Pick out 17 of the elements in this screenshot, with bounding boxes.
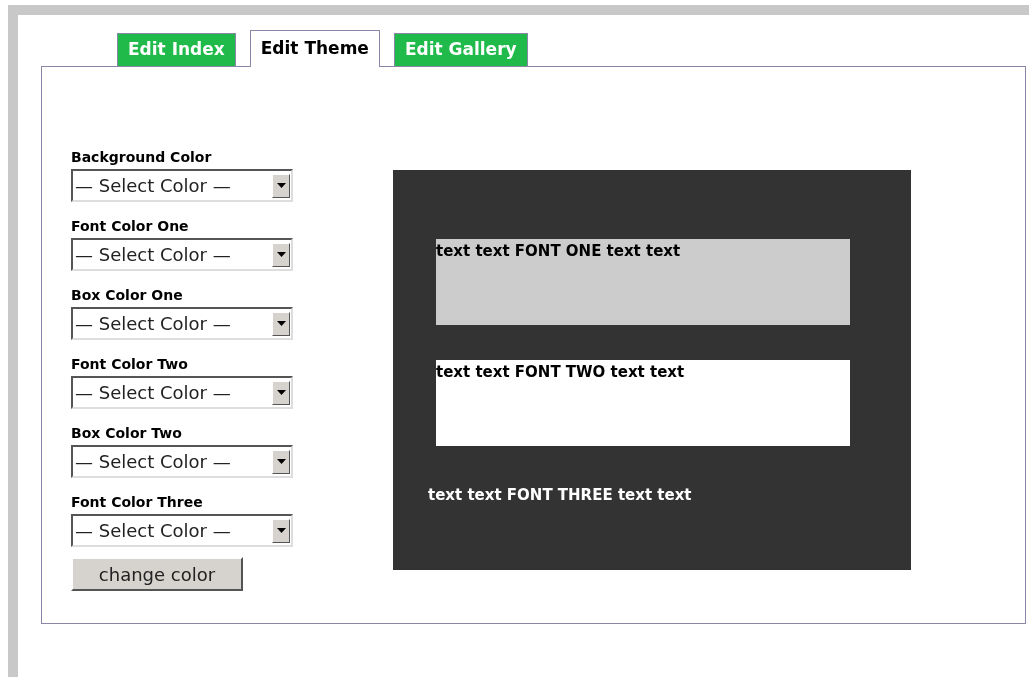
field-label: Font Color Three (71, 493, 204, 512)
field-label: Background Color (71, 148, 213, 167)
color-select[interactable]: — Select Color — (71, 445, 293, 478)
field-label: Font Color Two (71, 355, 189, 374)
color-select[interactable]: — Select Color — (71, 514, 293, 547)
tab[interactable]: Edit Theme (249, 30, 380, 67)
sample-text: text text FONT THREE text text (428, 485, 693, 506)
color-select[interactable]: — Select Color — (71, 238, 293, 271)
color-select[interactable]: — Select Color — (71, 376, 293, 409)
sample-text: text text FONT ONE text text (436, 242, 681, 260)
field-label: Box Color Two (71, 424, 183, 443)
color-select[interactable]: — Select Color — (71, 307, 293, 340)
color-select[interactable]: — Select Color — (71, 169, 293, 202)
field-label: Box Color One (71, 286, 184, 305)
field-label: Font Color One (71, 217, 190, 236)
change-color-button[interactable]: change color (71, 557, 243, 591)
sample-text: text text FONT TWO text text (436, 363, 685, 381)
